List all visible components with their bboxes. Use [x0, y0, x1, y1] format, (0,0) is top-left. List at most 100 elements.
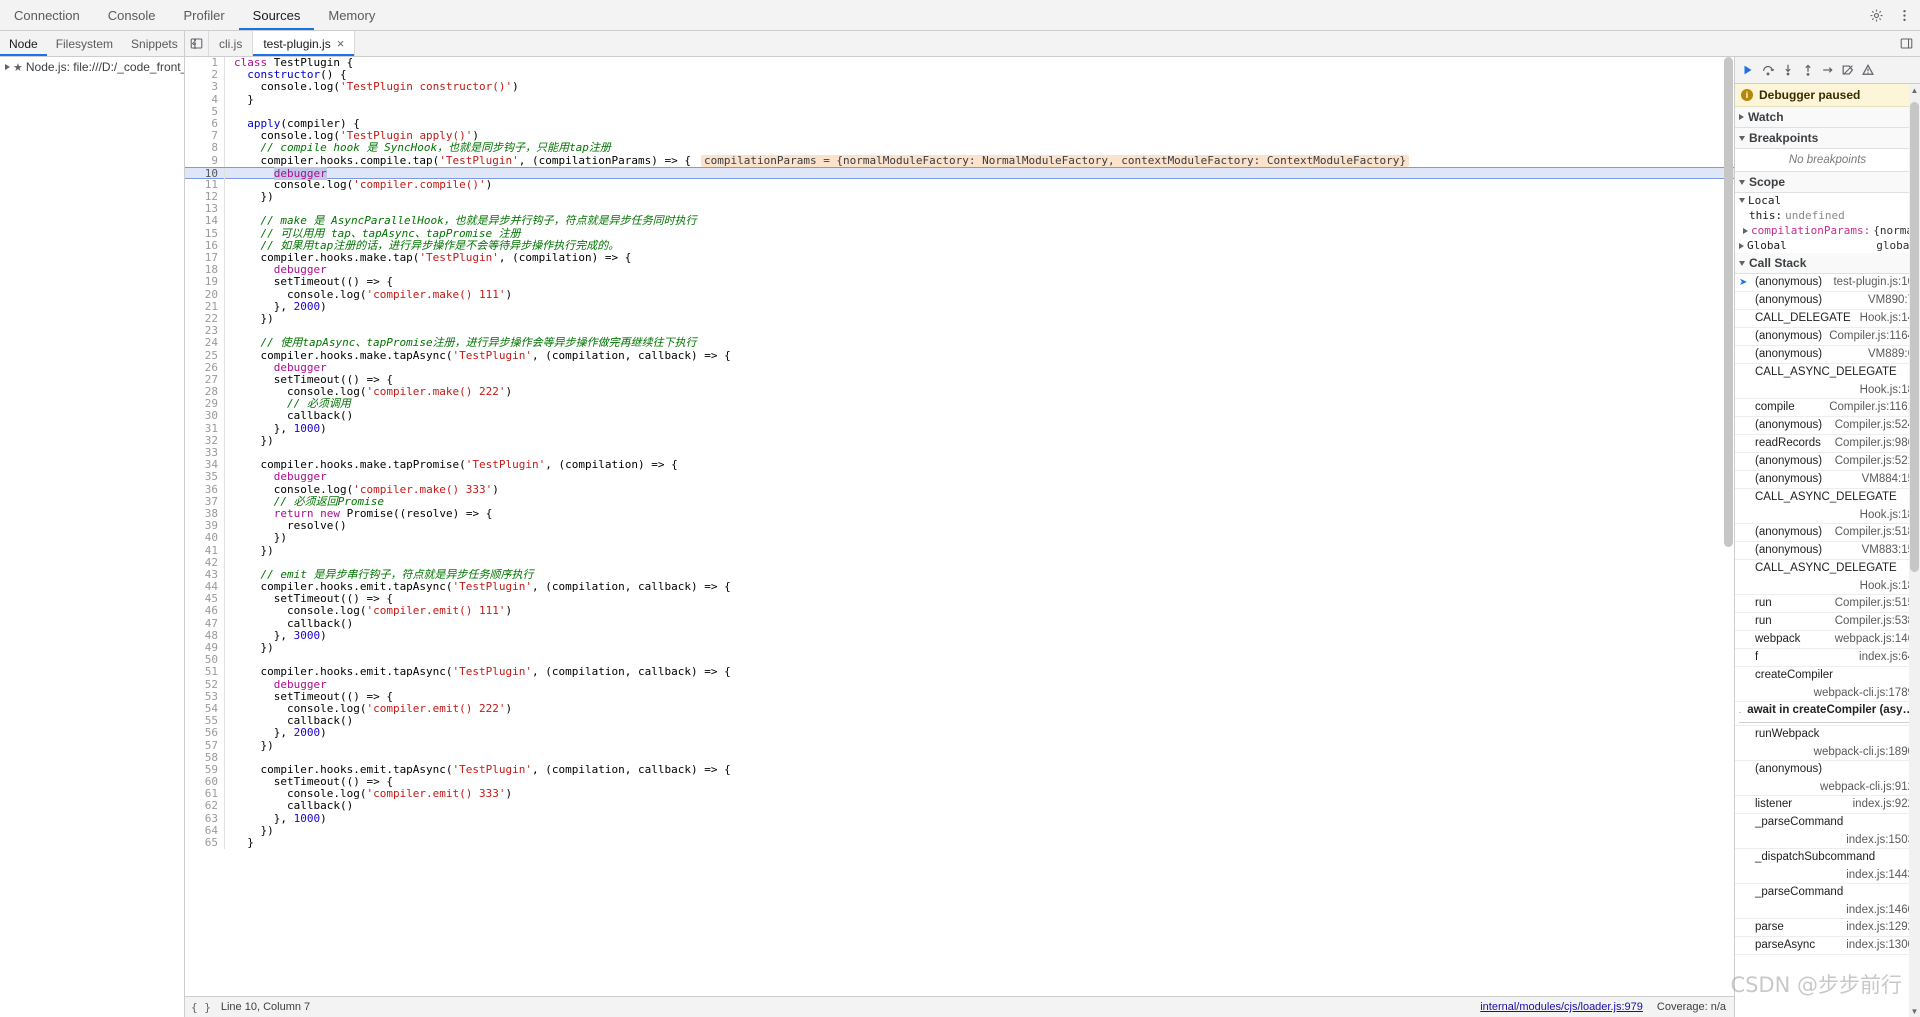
line-number[interactable]: 7: [185, 129, 225, 143]
call-stack-frame[interactable]: ➤ (anonymous) VM884:15: [1735, 471, 1920, 489]
step-into-button[interactable]: [1779, 61, 1797, 79]
code-line[interactable]: 62 callback(): [185, 800, 1734, 813]
call-stack-frame[interactable]: ➤ (anonymous) test-plugin.js:10: [1735, 274, 1920, 292]
chevron-down-icon[interactable]: [1739, 260, 1745, 266]
line-number[interactable]: 56: [185, 727, 225, 740]
line-number[interactable]: 1: [185, 57, 225, 70]
line-number[interactable]: 9: [185, 154, 225, 167]
frame-location[interactable]: VM884:15: [1862, 473, 1914, 485]
sidebar-scroll-thumb[interactable]: [1910, 102, 1919, 572]
gear-icon[interactable]: [1868, 7, 1884, 23]
line-number[interactable]: 40: [185, 532, 225, 545]
code-line[interactable]: 4 }: [185, 93, 1734, 106]
code-line[interactable]: 8 // compile hook 是 SyncHook，也就是同步钩子，只能用…: [185, 142, 1734, 155]
call-stack-frame[interactable]: ➤ (anonymous) Compiler.js:521: [1735, 453, 1920, 471]
call-stack-frame[interactable]: ➤ run Compiler.js:515: [1735, 595, 1920, 613]
nav-tab-snippets[interactable]: Snippets: [122, 31, 187, 56]
call-stack-frame[interactable]: ➤ listener index.js:922: [1735, 796, 1920, 814]
tree-item-node-root[interactable]: ★ Node.js: file:///D:/_code_front_webp: [0, 59, 184, 75]
line-number[interactable]: 57: [185, 739, 225, 752]
frame-location[interactable]: Hook.js:18: [1739, 509, 1914, 521]
call-stack-frame[interactable]: ➤ CALL_DELEGATE Hook.js:14: [1735, 310, 1920, 328]
line-number[interactable]: 51: [185, 666, 225, 679]
code-text[interactable]: }: [225, 836, 254, 849]
code-line[interactable]: 54 console.log('compiler.emit() 222'): [185, 702, 1734, 716]
code-text[interactable]: }, 2000): [225, 727, 327, 739]
line-number[interactable]: 46: [185, 605, 225, 618]
frame-location[interactable]: VM883:15: [1862, 544, 1914, 556]
tab-connection[interactable]: Connection: [0, 0, 94, 30]
call-stack-frame[interactable]: ➤ CALL_ASYNC_DELEGATE Hook.js:18: [1735, 364, 1920, 399]
tab-console[interactable]: Console: [94, 0, 170, 30]
source-link[interactable]: internal/modules/cjs/loader.js:979: [1480, 1001, 1643, 1013]
nav-tab-filesystem[interactable]: Filesystem: [47, 31, 122, 56]
call-stack-frame[interactable]: ➤ compile Compiler.js:1161: [1735, 399, 1920, 417]
chevron-right-icon[interactable]: [5, 64, 10, 70]
code-line[interactable]: 49 }): [185, 641, 1734, 655]
code-line[interactable]: 36 console.log('compiler.make() 333'): [185, 483, 1734, 496]
line-number[interactable]: 47: [185, 617, 225, 630]
code-line[interactable]: 52 debugger: [185, 678, 1734, 691]
code-line[interactable]: 1 class TestPlugin {: [185, 57, 1734, 70]
code-line[interactable]: 34 compiler.hooks.make.tapPromise('TestP…: [185, 458, 1734, 472]
line-number[interactable]: 25: [185, 349, 225, 362]
line-number[interactable]: 52: [185, 678, 225, 691]
frame-location[interactable]: Hook.js:18: [1739, 384, 1914, 396]
nav-tab-node[interactable]: Node: [0, 31, 47, 56]
frame-location[interactable]: Compiler.js:515: [1835, 597, 1914, 609]
frame-location[interactable]: test-plugin.js:10: [1833, 276, 1914, 288]
tab-memory[interactable]: Memory: [314, 0, 389, 30]
step-button[interactable]: [1819, 61, 1837, 79]
code-text[interactable]: console.log('compiler.emit() 111'): [225, 605, 512, 617]
code-text[interactable]: }): [225, 434, 273, 447]
frame-location[interactable]: index.js:64: [1859, 651, 1914, 663]
frame-location[interactable]: Compiler.js:538: [1835, 615, 1914, 627]
code-line[interactable]: 63 }, 1000): [185, 812, 1734, 825]
scope-group-global[interactable]: Global global: [1735, 238, 1920, 253]
call-stack-frame[interactable]: ➤ (anonymous) VM883:15: [1735, 542, 1920, 560]
frame-location[interactable]: Compiler.js:986: [1835, 437, 1914, 449]
call-stack-frame[interactable]: ➤ run Compiler.js:538: [1735, 613, 1920, 631]
call-stack-frame[interactable]: ➤ parse index.js:1292: [1735, 919, 1920, 937]
code-line[interactable]: 51 compiler.hooks.emit.tapAsync('TestPlu…: [185, 666, 1734, 679]
line-number[interactable]: 3: [185, 81, 225, 94]
sidebar-vertical-scrollbar[interactable]: ▲ ▼: [1909, 84, 1920, 1017]
code-line[interactable]: 40 }): [185, 532, 1734, 545]
code-line[interactable]: 48 }, 3000): [185, 629, 1734, 643]
line-number[interactable]: 14: [185, 215, 225, 228]
call-stack-frame[interactable]: ➤ CALL_ASYNC_DELEGATE Hook.js:18: [1735, 560, 1920, 595]
line-number[interactable]: 6: [185, 117, 225, 131]
frame-location[interactable]: index.js:922: [1853, 798, 1914, 810]
code-line[interactable]: 24 // 使用tapAsync、tapPromise注册，进行异步操作会等异步…: [185, 337, 1734, 350]
line-number[interactable]: 2: [185, 68, 225, 82]
scope-pane-header[interactable]: Scope: [1735, 172, 1920, 193]
code-line[interactable]: 12 }): [185, 190, 1734, 204]
chevron-right-icon[interactable]: [1739, 242, 1744, 249]
frame-location[interactable]: index.js:1292: [1846, 921, 1914, 933]
tab-profiler[interactable]: Profiler: [169, 0, 238, 30]
code-line[interactable]: 32 }): [185, 434, 1734, 448]
editor-scroll-thumb[interactable]: [1724, 57, 1733, 547]
code-line[interactable]: 22 }): [185, 312, 1734, 326]
frame-location[interactable]: VM889:6: [1868, 348, 1914, 360]
code-line[interactable]: 9 compiler.hooks.compile.tap('TestPlugin…: [185, 154, 1734, 167]
code-text[interactable]: callback(): [225, 410, 353, 422]
call-stack-frame[interactable]: ➤ (anonymous) Compiler.js:524: [1735, 417, 1920, 435]
call-stack-frame[interactable]: ➤ _parseCommandindex.js:1503: [1735, 814, 1920, 849]
call-stack-frame[interactable]: ➤ _dispatchSubcommand index.js:1443: [1735, 849, 1920, 884]
scroll-up-icon[interactable]: ▲: [1909, 84, 1920, 96]
line-number[interactable]: 5: [185, 105, 225, 118]
line-number[interactable]: 20: [185, 288, 225, 301]
step-out-button[interactable]: [1799, 61, 1817, 79]
chevron-down-icon[interactable]: [1739, 198, 1745, 203]
call-stack-frame[interactable]: ➤ (anonymous) VM889:6: [1735, 346, 1920, 364]
call-stack-frame[interactable]: ➤ _parseCommandindex.js:1460: [1735, 884, 1920, 919]
code-line[interactable]: 44 compiler.hooks.emit.tapAsync('TestPlu…: [185, 580, 1734, 594]
frame-location[interactable]: Hook.js:18: [1739, 580, 1914, 592]
breakpoints-pane-header[interactable]: Breakpoints: [1735, 128, 1920, 149]
code-text[interactable]: callback(): [225, 800, 353, 812]
code-text[interactable]: }): [225, 312, 273, 325]
line-number[interactable]: 4: [185, 93, 225, 106]
code-text[interactable]: }, 1000): [225, 812, 327, 825]
code-text[interactable]: callback(): [225, 617, 353, 630]
